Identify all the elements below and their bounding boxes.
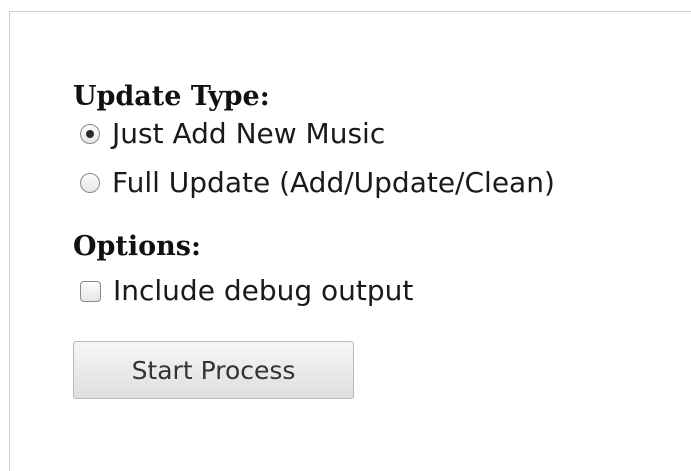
radio-button-selected[interactable] bbox=[80, 124, 100, 144]
debug-output-label: Include debug output bbox=[113, 274, 414, 307]
debug-output-checkbox[interactable] bbox=[80, 280, 101, 302]
radio-full-update[interactable]: Full Update (Add/Update/Clean) bbox=[80, 166, 555, 200]
radio-button-unselected[interactable] bbox=[80, 173, 100, 193]
update-type-heading: Update Type: bbox=[73, 81, 270, 112]
radio-just-add-new-music[interactable]: Just Add New Music bbox=[80, 117, 385, 151]
options-heading: Options: bbox=[73, 231, 201, 262]
radio-label-just-add: Just Add New Music bbox=[112, 117, 386, 150]
radio-label-full-update: Full Update (Add/Update/Clean) bbox=[112, 166, 555, 199]
start-process-button[interactable]: Start Process bbox=[73, 341, 354, 399]
debug-output-option[interactable]: Include debug output bbox=[80, 274, 413, 308]
